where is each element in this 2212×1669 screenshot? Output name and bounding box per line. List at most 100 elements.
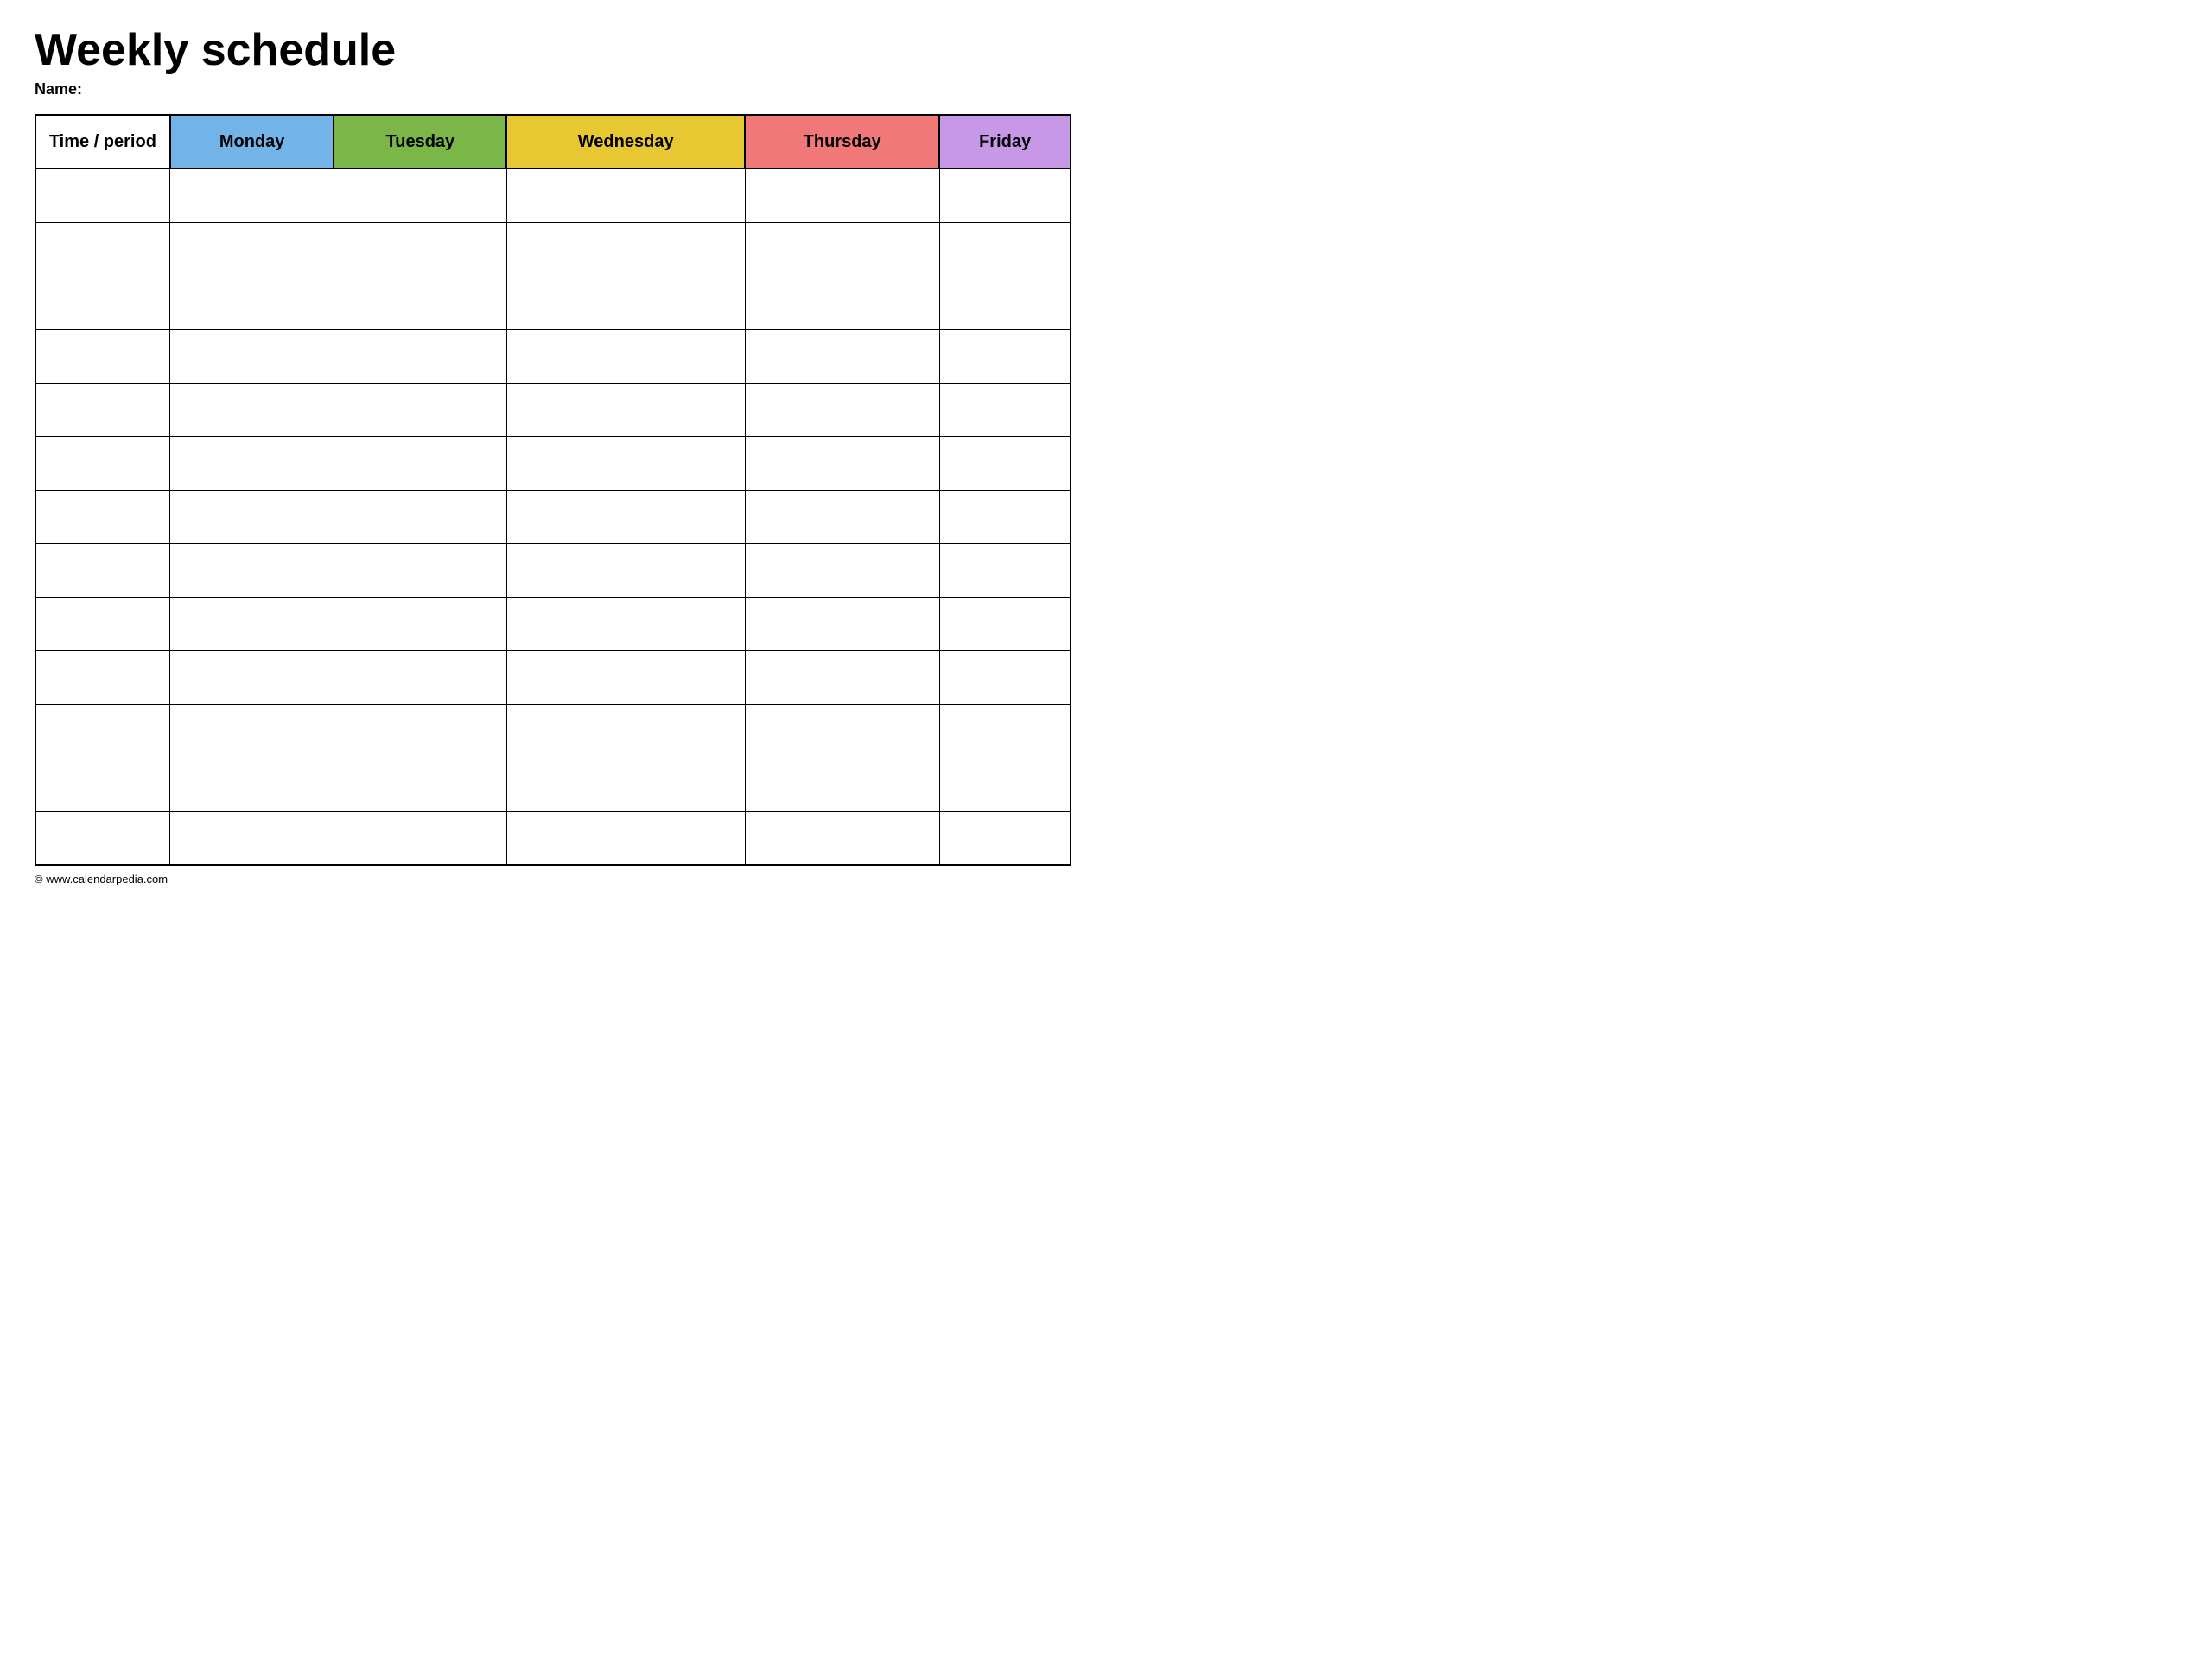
table-cell[interactable] bbox=[334, 811, 506, 865]
table-cell[interactable] bbox=[170, 811, 334, 865]
table-cell[interactable] bbox=[170, 222, 334, 276]
table-cell[interactable] bbox=[170, 758, 334, 811]
table-cell[interactable] bbox=[170, 543, 334, 597]
table-cell[interactable] bbox=[745, 490, 939, 543]
table-cell[interactable] bbox=[170, 276, 334, 329]
table-cell[interactable] bbox=[506, 597, 745, 650]
table-cell[interactable] bbox=[745, 543, 939, 597]
table-cell[interactable] bbox=[334, 276, 506, 329]
table-cell[interactable] bbox=[939, 490, 1071, 543]
table-cell[interactable] bbox=[745, 811, 939, 865]
table-cell[interactable] bbox=[334, 650, 506, 704]
table-cell[interactable] bbox=[170, 704, 334, 758]
table-row bbox=[35, 811, 1071, 865]
table-cell[interactable] bbox=[334, 168, 506, 222]
table-row bbox=[35, 436, 1071, 490]
table-cell[interactable] bbox=[35, 383, 170, 436]
table-cell[interactable] bbox=[939, 811, 1071, 865]
table-cell[interactable] bbox=[939, 650, 1071, 704]
table-cell[interactable] bbox=[506, 383, 745, 436]
table-cell[interactable] bbox=[745, 704, 939, 758]
table-cell[interactable] bbox=[506, 490, 745, 543]
table-cell[interactable] bbox=[35, 490, 170, 543]
table-cell[interactable] bbox=[170, 490, 334, 543]
table-cell[interactable] bbox=[170, 329, 334, 383]
table-row bbox=[35, 276, 1071, 329]
table-cell[interactable] bbox=[745, 597, 939, 650]
table-cell[interactable] bbox=[939, 276, 1071, 329]
table-cell[interactable] bbox=[35, 222, 170, 276]
table-cell[interactable] bbox=[506, 168, 745, 222]
table-cell[interactable] bbox=[334, 383, 506, 436]
table-cell[interactable] bbox=[334, 704, 506, 758]
table-cell[interactable] bbox=[334, 329, 506, 383]
table-row bbox=[35, 758, 1071, 811]
table-cell[interactable] bbox=[745, 329, 939, 383]
col-header-time: Time / period bbox=[35, 115, 170, 168]
table-cell[interactable] bbox=[939, 168, 1071, 222]
table-cell[interactable] bbox=[939, 758, 1071, 811]
table-cell[interactable] bbox=[35, 704, 170, 758]
table-cell[interactable] bbox=[35, 276, 170, 329]
table-row bbox=[35, 383, 1071, 436]
name-label: Name: bbox=[35, 80, 1071, 98]
table-cell[interactable] bbox=[745, 222, 939, 276]
page-title: Weekly schedule bbox=[35, 26, 1071, 75]
table-cell[interactable] bbox=[170, 650, 334, 704]
table-row bbox=[35, 222, 1071, 276]
table-cell[interactable] bbox=[170, 597, 334, 650]
table-cell[interactable] bbox=[334, 436, 506, 490]
table-cell[interactable] bbox=[506, 704, 745, 758]
table-cell[interactable] bbox=[334, 490, 506, 543]
col-header-wednesday: Wednesday bbox=[506, 115, 745, 168]
table-cell[interactable] bbox=[939, 704, 1071, 758]
table-cell[interactable] bbox=[35, 650, 170, 704]
table-cell[interactable] bbox=[745, 758, 939, 811]
table-cell[interactable] bbox=[745, 650, 939, 704]
table-cell[interactable] bbox=[506, 758, 745, 811]
table-cell[interactable] bbox=[939, 597, 1071, 650]
table-row bbox=[35, 490, 1071, 543]
table-cell[interactable] bbox=[506, 650, 745, 704]
table-cell[interactable] bbox=[745, 168, 939, 222]
table-cell[interactable] bbox=[939, 543, 1071, 597]
table-row bbox=[35, 543, 1071, 597]
table-cell[interactable] bbox=[506, 222, 745, 276]
col-header-thursday: Thursday bbox=[745, 115, 939, 168]
table-cell[interactable] bbox=[334, 758, 506, 811]
col-header-friday: Friday bbox=[939, 115, 1071, 168]
table-cell[interactable] bbox=[745, 436, 939, 490]
table-cell[interactable] bbox=[939, 436, 1071, 490]
table-cell[interactable] bbox=[506, 329, 745, 383]
table-cell[interactable] bbox=[939, 222, 1071, 276]
table-cell[interactable] bbox=[170, 168, 334, 222]
table-cell[interactable] bbox=[745, 276, 939, 329]
table-cell[interactable] bbox=[35, 543, 170, 597]
table-cell[interactable] bbox=[170, 383, 334, 436]
table-cell[interactable] bbox=[35, 597, 170, 650]
table-cell[interactable] bbox=[334, 597, 506, 650]
table-cell[interactable] bbox=[939, 383, 1071, 436]
table-cell[interactable] bbox=[35, 329, 170, 383]
table-cell[interactable] bbox=[506, 276, 745, 329]
table-cell[interactable] bbox=[506, 543, 745, 597]
table-row bbox=[35, 704, 1071, 758]
table-cell[interactable] bbox=[35, 436, 170, 490]
footer-text: © www.calendarpedia.com bbox=[35, 873, 1071, 885]
table-row bbox=[35, 329, 1071, 383]
table-cell[interactable] bbox=[35, 168, 170, 222]
table-cell[interactable] bbox=[35, 811, 170, 865]
table-cell[interactable] bbox=[506, 811, 745, 865]
table-cell[interactable] bbox=[170, 436, 334, 490]
table-cell[interactable] bbox=[939, 329, 1071, 383]
table-cell[interactable] bbox=[334, 222, 506, 276]
schedule-table: Time / period Monday Tuesday Wednesday T… bbox=[35, 114, 1071, 866]
table-cell[interactable] bbox=[35, 758, 170, 811]
table-row bbox=[35, 597, 1071, 650]
table-cell[interactable] bbox=[745, 383, 939, 436]
table-row bbox=[35, 168, 1071, 222]
col-header-tuesday: Tuesday bbox=[334, 115, 506, 168]
table-cell[interactable] bbox=[506, 436, 745, 490]
col-header-monday: Monday bbox=[170, 115, 334, 168]
table-cell[interactable] bbox=[334, 543, 506, 597]
